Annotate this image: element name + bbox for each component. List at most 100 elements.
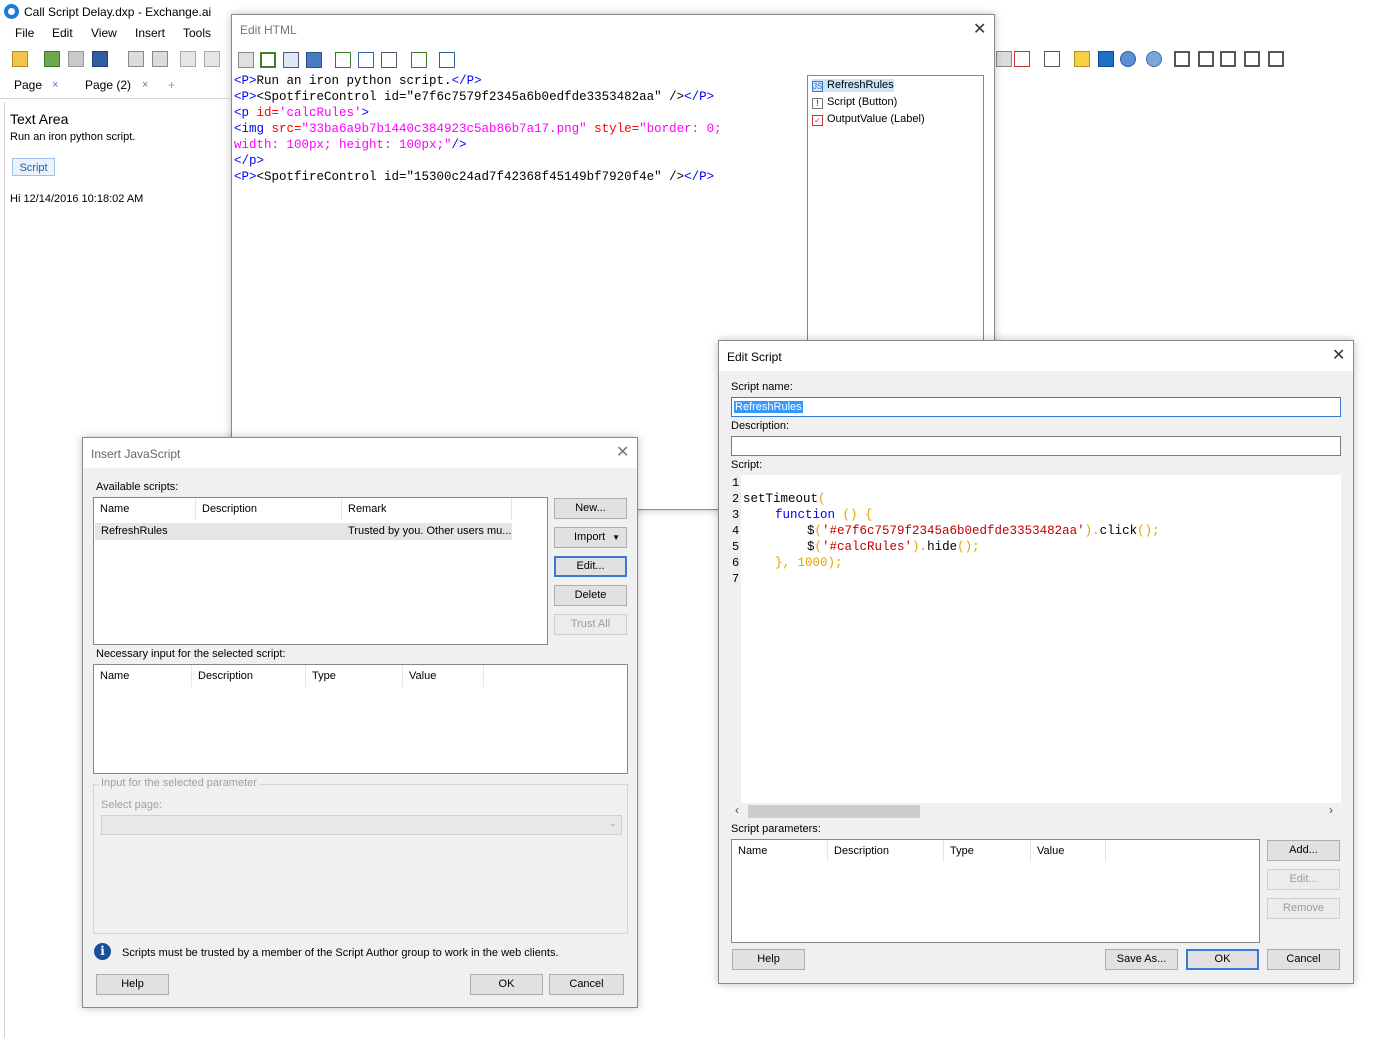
open-icon[interactable] — [12, 51, 28, 67]
column-header-description[interactable]: Description — [828, 840, 944, 862]
insert-area-icon[interactable] — [260, 52, 276, 68]
save-icon[interactable] — [238, 52, 254, 68]
available-scripts-label: Available scripts: — [96, 481, 179, 493]
edit-parameter-button[interactable]: Edit... — [1267, 869, 1340, 890]
list-item[interactable]: JS RefreshRules — [812, 79, 894, 92]
column-header-value[interactable]: Value — [403, 665, 484, 687]
menu-view[interactable]: View — [91, 26, 117, 40]
menu-edit[interactable]: Edit — [52, 26, 73, 40]
code-token: ). — [1084, 524, 1100, 538]
note-icon[interactable] — [1074, 51, 1090, 67]
cancel-button[interactable]: Cancel — [549, 974, 624, 995]
menu-insert[interactable]: Insert — [135, 26, 165, 40]
column-header-value[interactable]: Value — [1031, 840, 1106, 862]
print-icon[interactable] — [128, 51, 144, 67]
list-item[interactable]: ✓ OutputValue (Label) — [812, 113, 925, 126]
scroll-left-icon[interactable]: ‹ — [735, 803, 739, 817]
add-tab-button[interactable]: + — [168, 78, 175, 92]
split-vertical-icon[interactable] — [1220, 51, 1236, 67]
insert-filter-icon[interactable] — [358, 52, 374, 68]
column-header-name[interactable]: Name — [94, 498, 196, 520]
list-item[interactable]: ! Script (Button) — [812, 96, 897, 109]
save-icon[interactable] — [92, 51, 108, 67]
tab-page[interactable]: Page — [14, 78, 42, 92]
ok-button[interactable]: OK — [470, 974, 543, 995]
help-button[interactable]: Help — [96, 974, 169, 995]
filter-icon[interactable] — [1014, 51, 1030, 67]
code-token: <P> — [234, 170, 257, 184]
ok-button[interactable]: OK — [1186, 949, 1259, 970]
trust-all-button[interactable]: Trust All — [554, 614, 627, 635]
script-parameters-list[interactable]: Name Description Type Value — [731, 839, 1260, 943]
close-icon[interactable]: × — [52, 79, 58, 91]
script-name-input[interactable]: RefreshRules — [731, 397, 1341, 417]
description-input[interactable] — [731, 436, 1341, 456]
column-header-name[interactable]: Name — [732, 840, 828, 862]
insert-property-icon[interactable] — [335, 52, 351, 68]
text-area-icon[interactable] — [1044, 51, 1060, 67]
horizontal-scrollbar[interactable]: ‹ › — [731, 803, 1341, 820]
grid-layout-icon[interactable] — [1198, 51, 1214, 67]
link-icon[interactable] — [68, 51, 84, 67]
copy-icon[interactable] — [180, 51, 196, 67]
scrollbar-thumb[interactable] — [748, 805, 920, 818]
close-icon[interactable]: × — [142, 79, 148, 91]
insert-control-icon[interactable] — [306, 52, 322, 68]
necessary-input-label: Necessary input for the selected script: — [96, 648, 286, 660]
split-horizontal-icon[interactable] — [1244, 51, 1260, 67]
description-label: Description: — [731, 420, 790, 432]
export-icon[interactable] — [152, 51, 168, 67]
remove-button[interactable]: Remove — [1267, 898, 1340, 919]
html-source-editor[interactable]: <P>Run an iron python script.</P> <P><Spo… — [234, 73, 722, 185]
column-header-type[interactable]: Type — [306, 665, 403, 687]
sharepoint-icon[interactable] — [1098, 51, 1114, 67]
layout-icon[interactable] — [1174, 51, 1190, 67]
close-icon[interactable]: ✕ — [1332, 345, 1345, 365]
help-button[interactable]: Help — [732, 949, 805, 970]
tab-page-2[interactable]: Page (2) — [85, 78, 131, 92]
code-token: </P> — [451, 74, 482, 88]
code-token: "33ba6a9b7b1440c384923c5ab86b7a17.png" — [301, 122, 587, 136]
column-header-description[interactable]: Description — [192, 665, 306, 687]
code-token: ); — [827, 556, 843, 570]
new-button[interactable]: New... — [554, 498, 627, 519]
insert-action-icon[interactable] — [381, 52, 397, 68]
line-number: 3 — [732, 508, 740, 522]
app-logo-icon — [4, 4, 19, 19]
add-page-icon[interactable] — [44, 51, 60, 67]
script-button[interactable]: Script — [12, 158, 55, 176]
available-scripts-list[interactable]: Name Description Remark RefreshRules Tru… — [93, 497, 548, 645]
edit-button[interactable]: Edit... — [554, 556, 627, 577]
paste-icon[interactable] — [204, 51, 220, 67]
3d-icon[interactable] — [996, 51, 1012, 67]
add-button[interactable]: Add... — [1267, 840, 1340, 861]
close-icon[interactable]: ✕ — [616, 442, 629, 462]
menu-file[interactable]: File — [15, 26, 34, 40]
script-editor[interactable]: 1 2 3 4 5 6 7 setTimeout( function () { … — [731, 475, 1341, 820]
insert-dynamic-item-icon[interactable] — [411, 52, 427, 68]
scroll-right-icon[interactable]: › — [1329, 803, 1333, 817]
column-header-remark[interactable]: Remark — [342, 498, 512, 520]
delete-button[interactable]: Delete — [554, 585, 627, 606]
insert-image-icon[interactable] — [283, 52, 299, 68]
code-line: <P><SpotfireControl id="e7f6c7579f2345a6… — [234, 89, 722, 105]
close-icon[interactable]: ✕ — [973, 19, 986, 39]
menu-tools[interactable]: Tools — [183, 26, 211, 40]
parameters-list[interactable]: Name Description Type Value — [93, 664, 628, 774]
dialog-title: Edit Script — [727, 350, 782, 364]
column-header-name[interactable]: Name — [94, 665, 192, 687]
code-token: setTimeout — [743, 492, 819, 506]
table-row[interactable]: RefreshRules Trusted by you. Other users… — [95, 523, 512, 540]
script-name-value: RefreshRules — [734, 401, 803, 413]
save-as-button[interactable]: Save As... — [1105, 949, 1178, 970]
maximize-icon[interactable] — [1268, 51, 1284, 67]
globe-icon[interactable] — [1120, 51, 1136, 67]
gear-icon[interactable] — [1146, 51, 1162, 67]
cancel-button[interactable]: Cancel — [1267, 949, 1340, 970]
column-header-type[interactable]: Type — [944, 840, 1031, 862]
column-header-description[interactable]: Description — [196, 498, 342, 520]
import-button[interactable]: Import ▼ — [554, 527, 627, 548]
insert-javascript-icon[interactable] — [439, 52, 455, 68]
select-page-dropdown[interactable]: ⌄ — [101, 815, 622, 835]
html-elements-list: JS RefreshRules ! Script (Button) ✓ OutputV… — [807, 75, 984, 357]
